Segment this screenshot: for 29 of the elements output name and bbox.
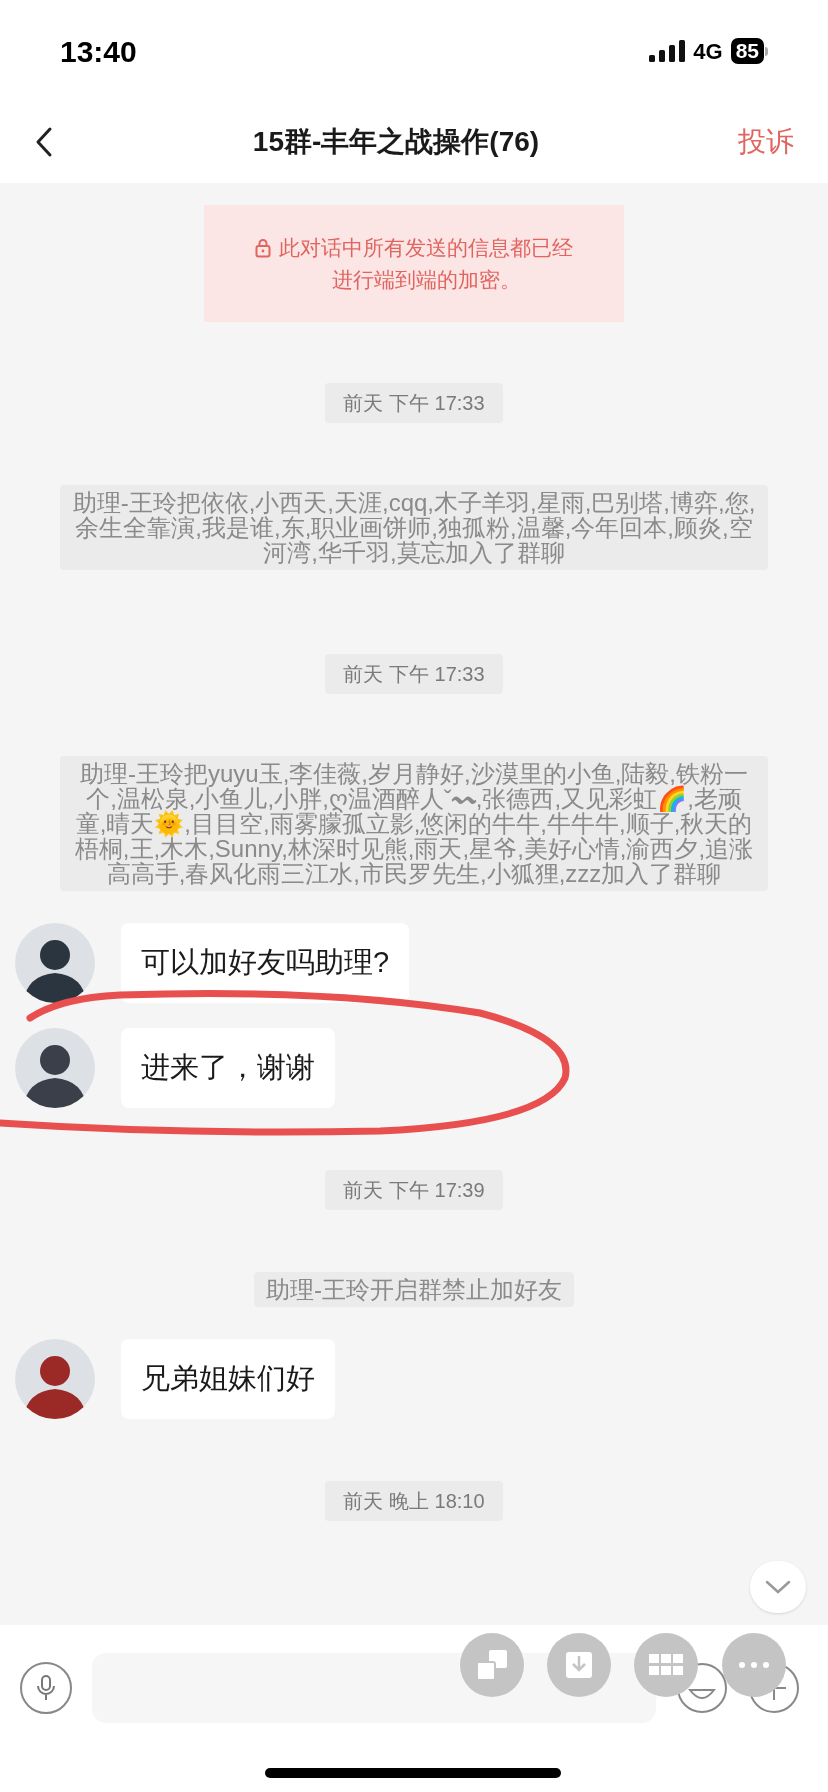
battery-level: 85 — [730, 38, 764, 64]
status-time: 13:40 — [60, 33, 137, 70]
microphone-icon — [36, 1674, 56, 1702]
signal-icon — [649, 40, 686, 62]
translate-icon — [475, 1648, 509, 1682]
network-label: 4G — [693, 37, 723, 66]
more-button[interactable] — [722, 1633, 786, 1697]
system-message: 助理-王玲把yuyu玉,李佳薇,岁月静好,沙漠里的小鱼,陆毅,铁粉一个,温松泉,小鱼儿,小胖,ღ温酒醉人ˇ〰,张德西,又见彩虹🌈,老顽童,晴天🌞,目目空,雨雾朦孤立影,悠闲的牛牛,牛牛牛,顺子,秋天的梧桐,王,木木,Sunny,林深时见熊,雨天,星爷,美好心情,渝西夕,追涨高高手,春风化雨三江水,市民罗先生,小狐狸,zzz加入了群聊 — [60, 756, 768, 891]
more-icon — [739, 1662, 769, 1668]
back-icon[interactable] — [34, 125, 54, 158]
message-bubble[interactable]: 可以加好友吗助理? — [121, 923, 410, 1003]
system-message: 助理-王玲开启群禁止加好友 — [254, 1272, 574, 1307]
download-icon — [564, 1650, 594, 1680]
chevron-down-icon — [765, 1580, 791, 1594]
scroll-down-button[interactable] — [750, 1561, 806, 1613]
timestamp: 前天 晚上 18:10 — [325, 1481, 503, 1521]
message-bubble[interactable]: 进来了，谢谢 — [121, 1028, 335, 1108]
chat-title: 15群-丰年之战操作(76) — [252, 124, 540, 159]
lock-icon — [255, 237, 271, 258]
timestamp: 前天 下午 17:33 — [325, 383, 503, 423]
notice-text: 进行端到端的加密。 — [331, 266, 521, 293]
message-bubble[interactable]: 兄弟姐妹们好 — [121, 1339, 335, 1419]
grid-icon — [649, 1654, 683, 1676]
timestamp: 前天 下午 17:33 — [325, 654, 503, 694]
battery-tip — [765, 46, 768, 56]
voice-button[interactable] — [20, 1662, 72, 1714]
timestamp: 前天 下午 17:39 — [325, 1170, 503, 1210]
system-message: 助理-王玲把依依,小西天,天涯,cqq,木子羊羽,星雨,巴别塔,博弈,您,余生全靠演,我是谁,东,职业画饼师,独孤粉,温馨,今年回本,顾炎,空河湾,华千羽,莫忘加入了群聊 — [60, 485, 768, 570]
notice-text: 此对话中所有发送的信息都已经 — [279, 234, 573, 261]
